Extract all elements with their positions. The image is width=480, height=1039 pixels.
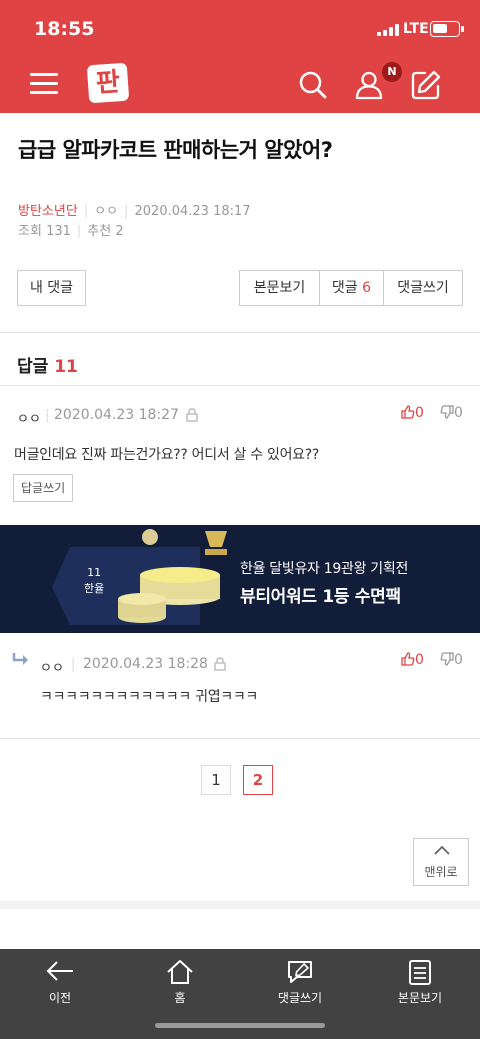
my-comments-button[interactable]: 내 댓글	[17, 270, 86, 306]
divider	[0, 332, 480, 333]
section-gap	[0, 901, 480, 909]
banner-brand-bottom: 한율	[84, 582, 105, 595]
post-category[interactable]: 방탄소년단	[18, 204, 78, 219]
back-arrow-icon	[46, 961, 73, 981]
write-icon[interactable]	[411, 70, 441, 100]
comments-label: 댓글	[331, 280, 358, 296]
top-nav: 판 N	[0, 58, 480, 113]
menu-icon[interactable]	[30, 73, 58, 95]
upvote-count: 0	[415, 405, 424, 421]
separator: |	[45, 408, 50, 423]
page-1-button[interactable]: 1	[201, 765, 231, 795]
replies-header: 답글 11	[17, 352, 78, 377]
replies-count: 11	[54, 357, 78, 377]
user-icon[interactable]	[354, 70, 384, 100]
reply-date: 2020.04.23 18:28	[83, 656, 208, 672]
reply-write-button[interactable]: 답글쓰기	[13, 474, 74, 502]
network-label: LTE	[403, 21, 429, 37]
write-comment-nav-label: 댓글쓰기	[277, 991, 323, 1005]
write-comment-nav-button[interactable]: 댓글쓰기	[240, 949, 360, 1019]
banner-brand: 11 한율	[84, 565, 104, 597]
home-label: 홈	[174, 991, 186, 1005]
reply-arrow-icon	[12, 653, 28, 665]
reply-author: ㅇㅇ	[17, 412, 41, 427]
reply-author: ㅇㅇ	[40, 661, 64, 676]
downvote-count: 0	[454, 652, 463, 668]
view-post-nav-label: 본문보기	[397, 991, 443, 1005]
reply-text: ㅋㅋㅋㅋㅋㅋㅋㅋㅋㅋㅋㅋ 귀엽ㅋㅋㅋ	[40, 689, 259, 705]
comment-write-icon	[288, 961, 312, 983]
page-2-button[interactable]: 2	[243, 765, 273, 795]
reply-date: 2020.04.23 18:27	[54, 407, 179, 423]
upvote-button[interactable]: 0	[401, 405, 424, 421]
search-icon[interactable]	[298, 70, 328, 100]
thumbs-up-icon	[401, 405, 415, 419]
views-count: 131	[46, 224, 71, 239]
recommend-label: 추천	[87, 224, 112, 239]
chevron-up-icon	[434, 845, 450, 855]
view-post-nav-button[interactable]: 본문보기	[360, 949, 480, 1019]
battery-icon	[430, 21, 464, 37]
ad-banner[interactable]: 11 한율 한율 달빛유자 19관왕 기획전 뷰티어워드 1등 수면팩	[0, 525, 480, 633]
reply-text: 머글인데요 진짜 파는건가요?? 어디서 살 수 있어요??	[14, 447, 320, 463]
comments-button[interactable]: 댓글 6	[319, 270, 384, 306]
thumbs-down-icon	[440, 652, 454, 666]
banner-line2: 뷰티어워드 1등 수면팩	[240, 587, 401, 607]
downvote-count: 0	[454, 405, 463, 421]
thumbs-up-icon	[401, 652, 415, 666]
write-comment-button[interactable]: 댓글쓰기	[383, 270, 463, 306]
post-author: ㅇㅇ	[94, 204, 119, 219]
comments-count: 6	[362, 280, 372, 296]
document-icon	[409, 960, 431, 985]
downvote-button[interactable]: 0	[440, 405, 463, 421]
downvote-button[interactable]: 0	[440, 652, 463, 668]
post-title: 급급 알파카코트 판매하는거 알았어?	[18, 138, 333, 162]
home-button[interactable]: 홈	[120, 949, 240, 1019]
home-icon	[167, 960, 193, 984]
scroll-to-top-button[interactable]: 맨위로	[413, 838, 469, 886]
post-stats: 조회 131 | 추천 2	[18, 224, 124, 239]
lock-icon	[214, 657, 226, 671]
status-time: 18:55	[34, 18, 95, 40]
divider	[0, 738, 480, 739]
post-meta: 방탄소년단 | ㅇㅇ | 2020.04.23 18:17	[18, 204, 251, 219]
scroll-to-top-label: 맨위로	[424, 865, 458, 879]
banner-brand-top: 11	[87, 566, 102, 579]
upvote-count: 0	[415, 652, 424, 668]
separator: |	[71, 657, 76, 672]
back-button[interactable]: 이전	[0, 949, 120, 1019]
upvote-button[interactable]: 0	[401, 652, 424, 668]
view-post-button[interactable]: 본문보기	[239, 270, 320, 306]
notification-badge: N	[382, 62, 402, 82]
status-bar: 18:55 LTE	[0, 0, 480, 58]
divider	[0, 385, 480, 386]
signal-icon	[377, 24, 399, 36]
home-indicator	[155, 1023, 325, 1028]
back-label: 이전	[48, 991, 72, 1005]
pann-logo[interactable]: 판	[86, 62, 130, 104]
banner-graphic	[52, 529, 227, 625]
banner-line1: 한율 달빛유자 19관왕 기획전	[240, 561, 409, 577]
replies-label: 답글	[17, 357, 49, 377]
thumbs-down-icon	[440, 405, 454, 419]
recommend-count: 2	[115, 224, 124, 239]
post-date: 2020.04.23 18:17	[134, 204, 251, 219]
views-label: 조회	[18, 224, 42, 239]
lock-icon	[186, 408, 198, 422]
